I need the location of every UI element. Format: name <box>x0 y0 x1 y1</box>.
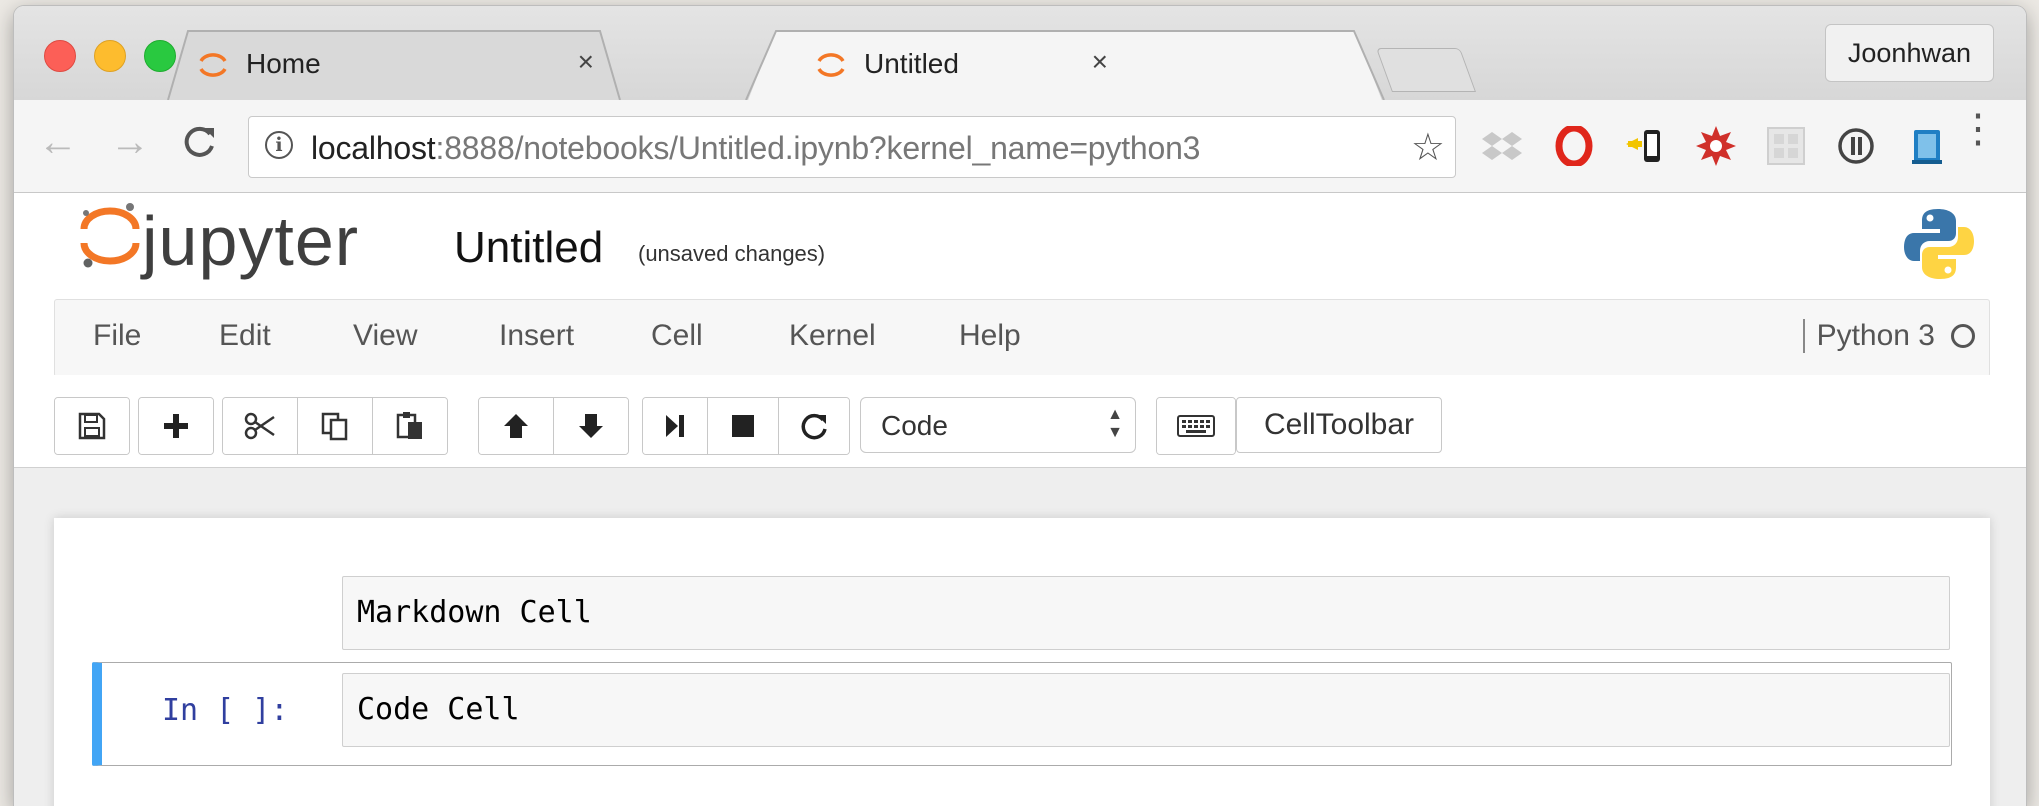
command-palette-button[interactable] <box>1157 398 1235 454</box>
scissors-icon <box>244 412 275 440</box>
back-button[interactable]: ← <box>38 120 78 165</box>
tab-title: Untitled <box>864 48 959 79</box>
opera-icon[interactable] <box>1554 126 1594 166</box>
move-group <box>478 397 629 455</box>
kernel-idle-indicator-icon <box>1951 324 1975 348</box>
save-status: (unsaved changes) <box>638 241 826 266</box>
close-window-button[interactable] <box>44 40 76 72</box>
jupyter-wordmark: jupyter <box>142 202 360 280</box>
tab-strip: Home × Untitled × Joonhwan <box>14 6 2026 100</box>
notebook-area: Markdown Cell In [ ]: Code Cell <box>14 468 2026 806</box>
bookmark-star-icon[interactable]: ☆ <box>1411 125 1445 170</box>
run-group <box>642 397 850 455</box>
profile-button[interactable]: Joonhwan <box>1824 24 1994 82</box>
notebook-container: Markdown Cell In [ ]: Code Cell <box>54 518 1990 806</box>
cast-to-phone-icon[interactable] <box>1624 126 1664 166</box>
menu-edit[interactable]: Edit <box>219 319 271 353</box>
new-tab-button[interactable] <box>1375 48 1477 92</box>
menu-file[interactable]: File <box>93 319 141 353</box>
forward-button[interactable]: → <box>110 120 150 165</box>
minimize-window-button[interactable] <box>94 40 126 72</box>
notebook-name[interactable]: Untitled <box>454 223 603 273</box>
insert-group <box>138 397 214 455</box>
info-icon[interactable]: i <box>265 131 293 159</box>
save-button[interactable] <box>55 398 129 454</box>
url-path: :8888/notebooks/Untitled.ipynb?kernel_na… <box>435 130 1201 166</box>
floppy-disk-icon <box>78 412 106 440</box>
move-down-button[interactable] <box>554 398 628 454</box>
step-forward-icon <box>666 415 684 437</box>
paste-button[interactable] <box>373 398 447 454</box>
code-cell-editor[interactable]: Code Cell <box>342 673 1950 747</box>
tab-close-icon[interactable]: × <box>1092 46 1108 78</box>
menu-kernel[interactable]: Kernel <box>789 319 876 353</box>
keyboard-group <box>1156 397 1236 455</box>
keyboard-icon <box>1177 415 1215 437</box>
paste-icon <box>396 412 422 439</box>
grid-icon[interactable] <box>1766 126 1806 166</box>
tab-home[interactable]: Home × <box>154 30 634 100</box>
arrow-up-icon <box>504 414 528 438</box>
copy-icon <box>321 412 348 441</box>
notebook-menubar: File Edit View Insert Cell Kernel Help P… <box>54 299 1990 377</box>
blue-book-icon[interactable] <box>1906 126 1946 166</box>
reload-icon[interactable] <box>180 122 220 162</box>
tab-untitled[interactable]: Untitled × <box>728 30 1402 100</box>
stop-icon <box>732 415 754 437</box>
menu-cell[interactable]: Cell <box>651 319 703 353</box>
cell-type-select[interactable]: Code ▲ ▼ <box>860 397 1136 453</box>
menu-insert[interactable]: Insert <box>499 319 574 353</box>
red-badge-icon[interactable] <box>1696 126 1736 166</box>
selected-code-cell[interactable]: In [ ]: Code Cell <box>92 662 1952 766</box>
url-host: localhost <box>311 130 436 166</box>
markdown-cell[interactable]: Markdown Cell <box>342 576 1950 650</box>
kernel-name: Python 3 <box>1802 319 1935 353</box>
menu-view[interactable]: View <box>353 319 417 353</box>
cell-type-value: Code <box>881 410 948 441</box>
move-up-button[interactable] <box>479 398 554 454</box>
pause-circle-icon[interactable] <box>1836 126 1876 166</box>
arrow-down-icon <box>579 414 603 438</box>
insert-cell-below-button[interactable] <box>139 398 213 454</box>
url-text[interactable]: localhost:8888/notebooks/Untitled.ipynb?… <box>311 130 1200 167</box>
tab-title: Home <box>246 48 321 79</box>
jupyter-header: jupyter Untitled (unsaved changes) <box>14 193 2026 307</box>
menu-help[interactable]: Help <box>959 319 1021 353</box>
address-bar[interactable]: i localhost:8888/notebooks/Untitled.ipyn… <box>248 116 1456 178</box>
jupyter-favicon-icon <box>817 53 845 77</box>
plus-icon <box>164 414 188 438</box>
restart-icon <box>801 413 827 440</box>
cut-button[interactable] <box>223 398 298 454</box>
browser-menu-icon[interactable]: ⋮ <box>1958 109 1998 149</box>
notebook-toolbar: Code ▲ ▼ CellToolbar <box>14 375 2026 468</box>
run-cell-button[interactable] <box>643 398 708 454</box>
celltoolbar-button[interactable]: CellToolbar <box>1236 397 1442 453</box>
browser-window: Home × Untitled × Joonhwan ← → i localho… <box>14 6 2026 806</box>
save-group <box>54 397 130 455</box>
browser-toolbar: ← → i localhost:8888/notebooks/Untitled.… <box>14 100 2026 193</box>
python-logo-icon <box>1904 209 1974 279</box>
restart-kernel-button[interactable] <box>779 398 849 454</box>
clipboard-group <box>222 397 448 455</box>
copy-button[interactable] <box>298 398 373 454</box>
input-prompt: In [ ]: <box>162 693 289 728</box>
jupyter-favicon-icon <box>199 53 227 77</box>
interrupt-kernel-button[interactable] <box>708 398 779 454</box>
dropbox-icon[interactable] <box>1482 126 1522 166</box>
jupyter-logo-icon[interactable] <box>78 199 142 271</box>
select-arrows-icon: ▲ ▼ <box>1107 406 1123 441</box>
tab-close-icon[interactable]: × <box>578 46 594 78</box>
